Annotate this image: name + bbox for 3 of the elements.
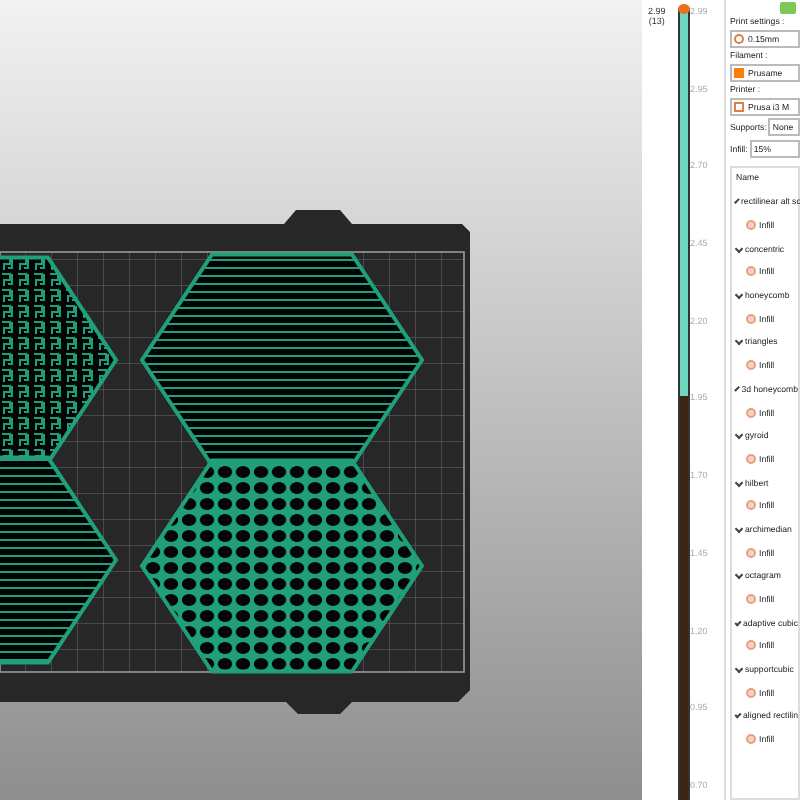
layer-slider-track[interactable] [678, 8, 690, 800]
toggle-button[interactable] [780, 2, 796, 14]
slider-thumb[interactable] [678, 4, 690, 14]
